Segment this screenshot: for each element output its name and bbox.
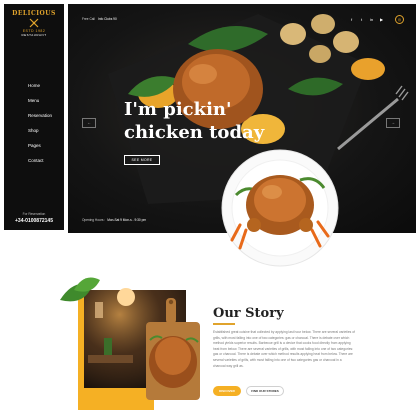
linkedin-icon[interactable]: in (369, 17, 374, 22)
nav-item-reservation[interactable]: Reservation (4, 108, 64, 123)
logo-name: DELICIOUS (12, 10, 56, 17)
facebook-icon[interactable]: f (349, 17, 354, 22)
slider-next-button[interactable]: → (386, 118, 400, 128)
nav-item-menu[interactable]: Menu (4, 93, 64, 108)
youtube-icon[interactable]: ▶ (379, 17, 384, 22)
slider-prev-button[interactable]: ← (82, 118, 96, 128)
topbar-contact: Free Call Info Clubs 90 (82, 17, 117, 21)
opening-hours-label: Opening Hours : (82, 218, 106, 222)
hero-banner: Free Call Info Clubs 90 f t in ▶ ◎ ← → I'… (68, 4, 416, 233)
opening-hours-value: Mon-Sat 9 Mon-s - 9:30 pm (107, 218, 147, 222)
logo[interactable]: DELICIOUS ESTD 1982 RESTAURANT (4, 10, 64, 37)
reservation-phone[interactable]: +34-0100872145 (4, 218, 64, 224)
main-nav: Home Menu Reservation Shop Pages Contact (4, 78, 64, 168)
cart-icon[interactable]: ◎ (395, 15, 404, 24)
sidebar: DELICIOUS ESTD 1982 RESTAURANT Home Menu… (4, 4, 64, 230)
nav-item-home[interactable]: Home (4, 78, 64, 93)
reservation-block: For Reservation +34-0100872145 (4, 212, 64, 224)
find-stores-button[interactable]: FIND OUR STORES (246, 386, 284, 396)
hero-title: I'm pickin' chicken today (124, 98, 324, 144)
reservation-label: For Reservation (22, 212, 46, 216)
story-body: Established great cuisine that collected… (213, 330, 355, 368)
hero-title-line-2: chicken today (124, 122, 265, 143)
story-title: Our Story (213, 306, 284, 321)
topbar-email[interactable]: Info Clubs 90 (98, 17, 117, 21)
twitter-icon[interactable]: t (359, 17, 364, 22)
nav-item-shop[interactable]: Shop (4, 123, 64, 138)
fork-knife-icon (29, 18, 39, 28)
story-title-underline (213, 323, 235, 325)
nav-item-contact[interactable]: Contact (4, 153, 64, 168)
logo-tagline: RESTAURANT (21, 33, 47, 37)
discover-button[interactable]: DISCOVER (213, 386, 241, 396)
nav-item-pages[interactable]: Pages (4, 138, 64, 153)
hero-title-line-1: I'm pickin' (124, 99, 232, 120)
story-image-collage (60, 277, 200, 410)
see-more-button[interactable]: SEE MORE (124, 155, 160, 165)
social-links: f t in ▶ (349, 17, 384, 22)
opening-hours: Opening Hours : Mon-Sat 9 Mon-s - 9:30 pm (82, 218, 146, 222)
topbar-label: Free Call (82, 17, 95, 21)
